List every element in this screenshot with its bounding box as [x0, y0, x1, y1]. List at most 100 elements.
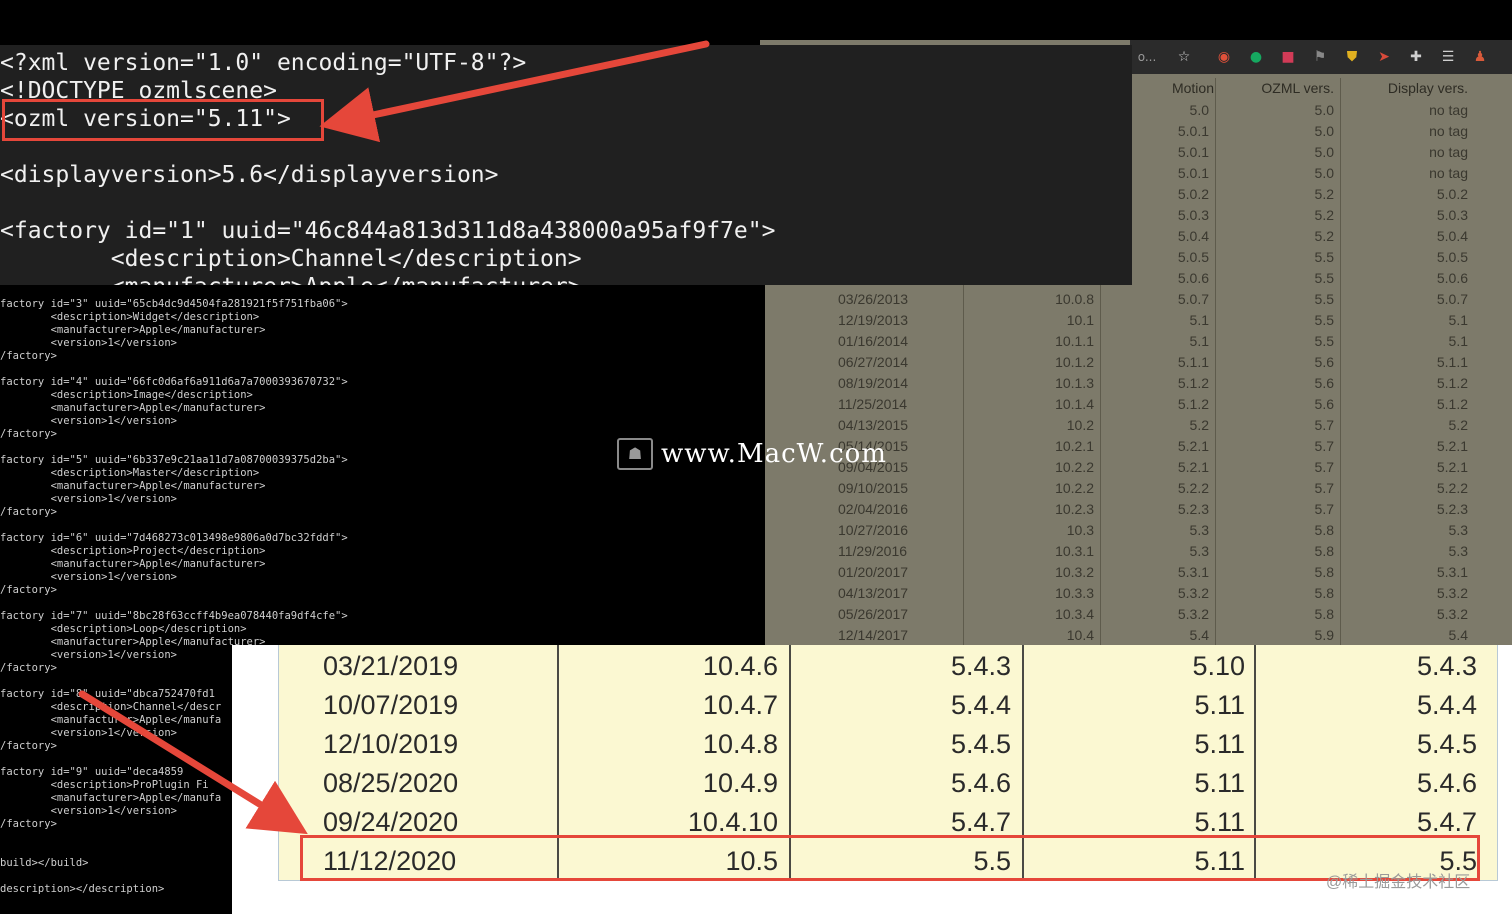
table-cell: 5.6	[1314, 375, 1334, 391]
extension-icon[interactable]: ■	[1278, 47, 1298, 67]
juejin-watermark: @稀土掘金技术社区	[1326, 874, 1471, 891]
code-line: /factory>	[0, 506, 57, 518]
table-cell: 5.7	[1314, 480, 1334, 496]
table-cell: 11/25/2014	[838, 396, 908, 412]
code-line: <description>Master</description>	[0, 467, 260, 479]
code-line: factory id="4" uuid="66fc0d6af6a911d6a7a…	[0, 376, 348, 388]
table-cell: 10.3.3	[1055, 585, 1094, 601]
table-cell: 5.6	[1314, 354, 1334, 370]
table-cell: 5.9	[1314, 627, 1334, 643]
table-cell: no tag	[1429, 165, 1468, 181]
table-cell: 5.1	[1189, 312, 1209, 328]
table-cell: 11/29/2016	[838, 543, 908, 559]
code-line: <manufacturer>Apple</manufacturer>	[0, 480, 266, 492]
table-cell: 5.8	[1314, 585, 1334, 601]
table-cell: 10.4.8	[702, 729, 778, 759]
table-cell: 5.5	[1314, 333, 1334, 349]
table-cell: 5.2.1	[1177, 459, 1209, 475]
table-cell: no tag	[1429, 123, 1468, 139]
table-cell: 10.2.1	[1055, 438, 1094, 454]
code-line: <displayversion>5.6</displayversion>	[0, 162, 499, 188]
table-row: 03/21/2019 10.4.6 5.4.3 5.10 5.4.3	[278, 647, 1498, 686]
table-cell: 09/10/2015	[838, 480, 909, 496]
code-line: <description>Channel</description>	[0, 246, 582, 272]
arrow-icon[interactable]: ➤	[1374, 47, 1394, 67]
star-icon[interactable]: ☆	[1174, 47, 1194, 67]
table-cell: 5.2	[1189, 417, 1209, 433]
extension-icon[interactable]: ◉	[1214, 47, 1234, 67]
code-line: <version>1</version>	[0, 493, 178, 505]
macw-logo-icon: ☗	[617, 438, 653, 470]
table-cell: 5.3	[1189, 522, 1209, 538]
macw-watermark: ☗ www.MacW.com	[617, 438, 887, 470]
table-row: 12/19/2013 10.1 5.1 5.5 5.1	[810, 310, 1474, 331]
table-cell: 5.3	[1189, 543, 1209, 559]
browser-toolbar: o... ☆ ◉ ● ■ ⚑ ⛊ ➤ ✚ ☰ ♟	[1130, 40, 1512, 74]
table-cell: 5.3	[1448, 522, 1468, 538]
table-cell: 5.0.6	[1436, 270, 1468, 286]
table-cell: 10.1.2	[1055, 354, 1094, 370]
table-cell: 5.3	[1448, 543, 1468, 559]
table-cell: 10.1.1	[1055, 333, 1094, 349]
table-row: 04/13/2015 10.2 5.2 5.7 5.2	[810, 415, 1474, 436]
table-row: 12/14/2017 10.4 5.4 5.9 5.4	[810, 625, 1474, 646]
code-line: <manufacturer>Apple</manufacturer>	[0, 558, 266, 570]
table-row: 08/19/2014 10.1.3 5.1.2 5.6 5.1.2	[810, 373, 1474, 394]
table-cell: 5.4.6	[1416, 768, 1477, 798]
zoomed-xml-panel: <?xml version="1.0" encoding="UTF-8"?> <!…	[0, 45, 1132, 285]
table-cell: 10.4.6	[702, 651, 778, 681]
table-cell: 5.1.2	[1177, 396, 1209, 412]
table-cell: 5.8	[1314, 522, 1334, 538]
table-cell: 01/20/2017	[838, 564, 909, 580]
table-cell: 5.8	[1314, 564, 1334, 580]
zoomed-xml-code: <?xml version="1.0" encoding="UTF-8"?> <!…	[0, 49, 775, 285]
ozml-version-highlight-box	[2, 99, 324, 141]
code-line: <manufacturer>Apple</manufacturer>	[0, 324, 266, 336]
table-cell: 10.2.2	[1055, 459, 1094, 475]
code-line: /factory>	[0, 584, 57, 596]
table-cell: 04/13/2017	[838, 585, 909, 601]
table-cell: 01/16/2014	[838, 333, 909, 349]
table-row: 11/25/2014 10.1.4 5.1.2 5.6 5.1.2	[810, 394, 1474, 415]
table-row: 09/04/2015 10.2.2 5.2.1 5.7 5.2.1	[810, 457, 1474, 478]
table-cell: 5.1.1	[1436, 354, 1468, 370]
table-cell: 5.2	[1448, 417, 1468, 433]
table-cell: 5.4.6	[950, 768, 1011, 798]
code-line: factory id="6" uuid="7d468273c013498e980…	[0, 532, 348, 544]
table-cell: 03/26/2013	[838, 291, 909, 307]
table-cell: 5.1.2	[1436, 396, 1468, 412]
table-cell: no tag	[1429, 102, 1468, 118]
table-cell: 5.3.2	[1436, 606, 1468, 622]
grammarly-icon[interactable]: ●	[1246, 47, 1266, 67]
table-row: 06/27/2014 10.1.2 5.1.1 5.6 5.1.1	[810, 352, 1474, 373]
toolbar-truncated-text: o...	[1137, 50, 1157, 64]
code-line: <version>1</version>	[0, 337, 178, 349]
table-cell: 5.2	[1314, 207, 1334, 223]
code-line: <description>Image</description>	[0, 389, 253, 401]
table-row: 10/27/2016 10.3 5.3 5.8 5.3	[810, 520, 1474, 541]
table-cell: 5.4.4	[1416, 690, 1477, 720]
code-line: factory id="5" uuid="6b337e9c21aa11d7a08…	[0, 454, 348, 466]
table-cell: 5.2	[1314, 228, 1334, 244]
table-cell: 5.0.7	[1177, 291, 1209, 307]
shield-icon[interactable]: ⛊	[1342, 47, 1362, 67]
table-cell: 5.1.2	[1177, 375, 1209, 391]
table-cell: 5.3.1	[1436, 564, 1468, 580]
table-row: 01/16/2014 10.1.1 5.1 5.5 5.1	[810, 331, 1474, 352]
table-cell: 10.3.1	[1055, 543, 1094, 559]
table-cell: 5.4.4	[950, 690, 1011, 720]
avatar-icon[interactable]: ♟	[1470, 47, 1490, 67]
table-cell: 5.5	[1314, 270, 1334, 286]
table-cell: 10.4.7	[702, 690, 778, 720]
puzzle-icon[interactable]: ✚	[1406, 47, 1426, 67]
table-row: 12/10/2019 10.4.8 5.4.5 5.11 5.4.5	[278, 725, 1498, 764]
extension-icon[interactable]: ⚑	[1310, 47, 1330, 67]
latest-release-highlight-box	[300, 835, 1480, 881]
table-cell: 10.2	[1066, 417, 1094, 433]
table-cell: 12/19/2013	[838, 312, 909, 328]
table-cell: 5.0.2	[1436, 186, 1468, 202]
table-row: 03/26/2013 10.0.8 5.0.7 5.5 5.0.7	[810, 289, 1474, 310]
column-header-display-version: Display vers.	[1387, 80, 1468, 96]
table-cell: 5.2.3	[1436, 501, 1468, 517]
list-icon[interactable]: ☰	[1438, 47, 1458, 67]
